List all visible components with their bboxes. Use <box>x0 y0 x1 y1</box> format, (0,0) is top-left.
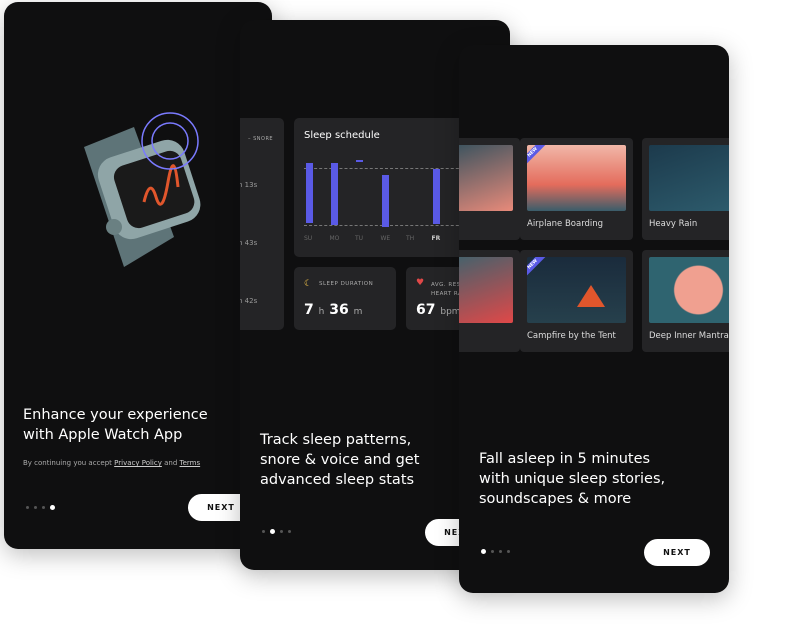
title-line: Fall asleep in 5 minutes <box>479 451 651 467</box>
day-labels: SU MO TU WE TH FR <box>304 235 441 242</box>
story-tile-campfire[interactable]: NEW Campfire by the Tent <box>520 250 633 352</box>
bar <box>331 163 338 225</box>
chart-area <box>304 160 474 227</box>
title-line: with unique sleep stories, <box>479 471 666 487</box>
bar <box>356 160 363 162</box>
apple-watch-illustration <box>84 112 201 267</box>
new-badge: NEW <box>527 257 547 279</box>
story-tile-deep-inner-mantra[interactable]: Deep Inner Mantra <box>642 250 729 352</box>
page-dot[interactable] <box>34 506 37 509</box>
page-dot[interactable] <box>499 550 502 553</box>
page-dot[interactable] <box>288 530 291 533</box>
bar <box>306 163 313 223</box>
consent-text: By continuing you accept Privacy Policy … <box>23 459 201 467</box>
snore-panel: – SNORE n 13s n 43s n 42s <box>240 118 284 330</box>
privacy-policy-link[interactable]: Privacy Policy <box>114 459 162 467</box>
title-line: with Apple Watch App <box>23 427 183 443</box>
page-indicator <box>26 505 55 510</box>
title-line: advanced sleep stats <box>260 472 415 488</box>
next-button[interactable]: NEXT <box>644 539 710 566</box>
title-line: Track sleep patterns, <box>260 432 412 448</box>
heart-rate-value: 67 bpm <box>416 302 461 318</box>
page-dot-active[interactable] <box>50 505 55 510</box>
sleep-duration-value: 7 h 36 m <box>304 302 363 318</box>
story-tile-heavy-rain[interactable]: Heavy Rain <box>642 138 729 240</box>
sleep-duration-card: ☾ SLEEP DURATION 7 h 36 m <box>294 267 396 330</box>
onboarding-screen-sleep-stories: h NEWAirplane Boarding Heavy Rain NEWCam… <box>459 45 729 593</box>
page-dot[interactable] <box>280 530 283 533</box>
title-line: snore & voice and get <box>260 452 420 468</box>
page-dot-active[interactable] <box>481 549 486 554</box>
page-indicator <box>262 529 291 534</box>
page-dot[interactable] <box>42 506 45 509</box>
story-tile[interactable] <box>459 250 520 352</box>
bar <box>433 169 440 224</box>
story-tile-airplane-boarding[interactable]: NEW Airplane Boarding <box>520 138 633 240</box>
new-badge: NEW <box>527 145 547 167</box>
terms-link[interactable]: Terms <box>180 459 201 467</box>
page-dot[interactable] <box>507 550 510 553</box>
page-dot-active[interactable] <box>270 529 275 534</box>
moon-icon: ☾ <box>304 279 313 289</box>
page-dot[interactable] <box>26 506 29 509</box>
story-tile[interactable]: h <box>459 138 520 240</box>
title-line: Enhance your experience <box>23 407 208 423</box>
title-line: soundscapes & more <box>479 491 632 507</box>
page-dot[interactable] <box>262 530 265 533</box>
page-dot[interactable] <box>491 550 494 553</box>
heart-icon: ♥ <box>416 278 425 288</box>
page-indicator <box>481 549 510 554</box>
onboarding-screen-apple-watch: Enhance your experience with Apple Watch… <box>4 2 272 549</box>
sleep-schedule-card: Sleep schedule SU MO TU WE TH FR <box>294 118 474 257</box>
sleep-schedule-title: Sleep schedule <box>304 130 380 141</box>
bar <box>382 175 389 227</box>
